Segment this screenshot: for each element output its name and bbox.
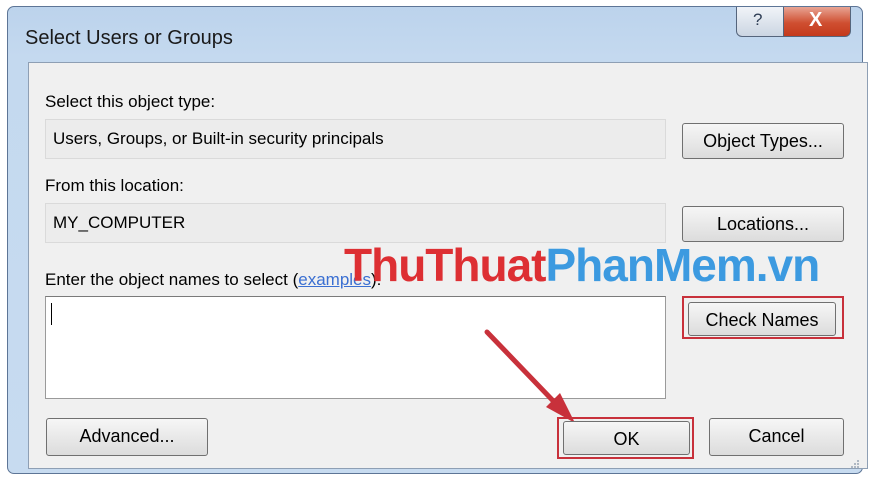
- pointer-arrow: [484, 329, 575, 423]
- advanced-button[interactable]: Advanced...: [46, 418, 208, 456]
- resize-grip-icon[interactable]: [849, 458, 861, 470]
- arrow-shaft: [484, 329, 563, 411]
- cancel-button[interactable]: Cancel: [709, 418, 844, 456]
- ok-highlight: [557, 417, 694, 459]
